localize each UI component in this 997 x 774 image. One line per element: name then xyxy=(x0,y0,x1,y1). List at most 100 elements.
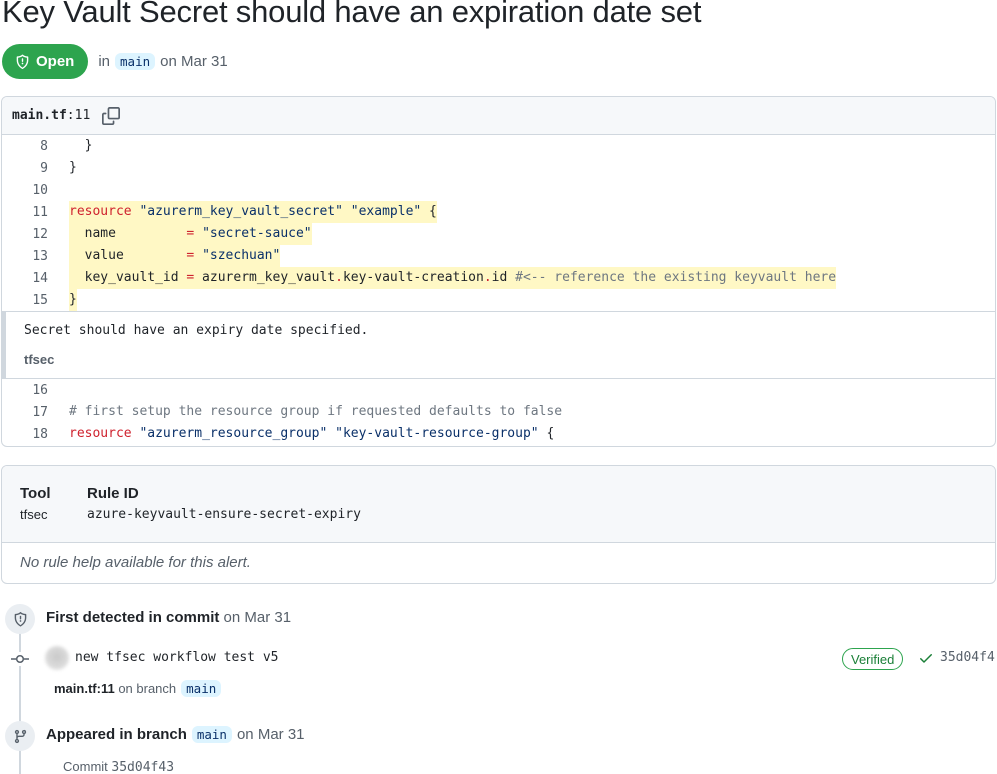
line-number[interactable]: 10 xyxy=(2,183,48,198)
git-commit-icon xyxy=(11,652,29,666)
file-line-ref[interactable]: :11 xyxy=(67,108,90,123)
code-text: resource "azurerm_key_vault_secret" "exa… xyxy=(69,201,437,223)
copy-icon[interactable] xyxy=(102,106,121,125)
alert-date: on Mar 31 xyxy=(160,53,228,70)
code-token: . xyxy=(335,270,343,285)
commit-sha-link[interactable]: 35d04f4 xyxy=(940,650,995,665)
code-line: 10 xyxy=(2,179,995,201)
code-token: key-vault-creation xyxy=(342,270,484,285)
in-label: in xyxy=(98,53,111,70)
code-text: } xyxy=(69,160,77,175)
tool-value: tfsec xyxy=(20,507,48,522)
code-token: value xyxy=(69,248,187,263)
verified-badge[interactable]: Verified xyxy=(842,648,904,670)
code-token: resource xyxy=(69,204,132,219)
alert-tool-name: tfsec xyxy=(24,352,55,367)
code-line: 16 xyxy=(2,379,995,401)
code-line: 15} xyxy=(2,289,995,311)
alert-title: Key Vault Secret should have an expirati… xyxy=(2,0,702,29)
commit-branch-link[interactable]: main xyxy=(181,680,222,697)
code-token: # first setup the resource group if requ… xyxy=(69,404,563,419)
code-text: value = "szechuan" xyxy=(69,245,281,267)
code-token: "szechuan" xyxy=(202,248,281,263)
check-icon xyxy=(920,654,932,663)
avatar[interactable] xyxy=(45,646,69,670)
line-number[interactable]: 9 xyxy=(2,161,48,176)
line-number[interactable]: 15 xyxy=(2,293,48,308)
appeared-label: Appeared in branch xyxy=(46,726,187,743)
rule-info-panel: Tool tfsec Rule ID azure-keyvault-ensure… xyxy=(1,465,996,584)
rule-id-column: Rule ID azure-keyvault-ensure-secret-exp… xyxy=(87,485,361,522)
code-line: 18 resource "azurerm_resource_group" "key… xyxy=(2,423,995,445)
tool-label: Tool xyxy=(20,485,51,502)
line-number[interactable]: 17 xyxy=(2,405,48,420)
first-detected-event: First detected in commit on Mar 31 xyxy=(46,609,291,626)
line-number[interactable]: 14 xyxy=(2,271,48,286)
rule-info-header: Tool tfsec Rule ID azure-keyvault-ensure… xyxy=(2,466,995,543)
code-token: "example" xyxy=(350,204,422,219)
code-text: } xyxy=(69,289,77,311)
status-badge: Open xyxy=(2,44,89,79)
code-line: 12 name = "secret-sauce" xyxy=(2,223,995,245)
alert-message: Secret should have an expiry date specif… xyxy=(24,323,369,338)
code-token: { xyxy=(421,204,437,219)
code-snippet-panel: main.tf:11 8 } 9} 10 11 resource "azurerm_ke… xyxy=(1,96,996,447)
commit-message-link[interactable]: new tfsec workflow test v5 xyxy=(75,650,279,665)
code-token: "azurerm_key_vault_secret" xyxy=(139,204,343,219)
line-number[interactable]: 18 xyxy=(2,427,48,442)
code-line: 14 key_vault_id = azurerm_key_vault.key-… xyxy=(2,267,995,289)
code-line: 17 # first setup the resource group if re… xyxy=(2,401,995,423)
appeared-date: on Mar 31 xyxy=(236,726,305,743)
line-number[interactable]: 16 xyxy=(2,383,48,398)
code-line: 11 resource "azurerm_key_vault_secret" "e… xyxy=(2,201,995,223)
line-number[interactable]: 13 xyxy=(2,249,48,264)
branch-link[interactable]: main xyxy=(115,53,156,70)
code-token: #<-- reference the existing keyvault her… xyxy=(515,270,837,285)
tool-column: Tool tfsec xyxy=(20,485,51,522)
rule-id-label: Rule ID xyxy=(87,485,139,502)
code-token: } xyxy=(69,292,77,307)
code-line: 8 } xyxy=(2,135,995,157)
code-token: azurerm_key_vault xyxy=(194,270,336,285)
code-token: . xyxy=(483,270,492,285)
code-token: resource xyxy=(69,426,132,441)
code-lines-after: 16 17 # first setup the resource group if … xyxy=(2,379,995,445)
file-link[interactable]: main.tf xyxy=(12,108,67,123)
commit-ref-sha-link[interactable]: 35d04f43 xyxy=(111,760,174,774)
code-token: name xyxy=(69,226,187,241)
code-text: name = "secret-sauce" xyxy=(69,223,312,245)
code-token: { xyxy=(538,426,555,441)
code-text: } xyxy=(69,138,93,153)
line-number[interactable]: 12 xyxy=(2,227,48,242)
appeared-event: Appeared in branch main on Mar 31 xyxy=(46,726,305,743)
code-token: "key-vault-resource-group" xyxy=(335,426,539,441)
first-detected-label: First detected in commit xyxy=(46,609,220,626)
code-token: "secret-sauce" xyxy=(202,226,312,241)
line-number[interactable]: 8 xyxy=(2,139,48,154)
code-text: # first setup the resource group if requ… xyxy=(69,401,562,423)
code-line: 13 value = "szechuan" xyxy=(2,245,995,267)
on-branch-label: on branch xyxy=(118,681,177,696)
shield-icon xyxy=(16,54,29,69)
git-branch-icon xyxy=(14,729,26,743)
appeared-branch-link[interactable]: main xyxy=(191,726,232,743)
appeared-event-badge xyxy=(5,721,35,751)
alert-status-row: Open in main on Mar 31 xyxy=(2,44,228,79)
alert-annotation: Secret should have an expiry date specif… xyxy=(2,311,995,379)
commit-file-link[interactable]: main.tf:11 xyxy=(54,681,115,696)
code-header: main.tf:11 xyxy=(2,97,995,135)
commit-reference: Commit 35d04f43 xyxy=(63,759,174,774)
rule-help-text: No rule help available for this alert. xyxy=(20,554,251,571)
commit-location: main.tf:11 on branch main xyxy=(54,680,226,697)
first-detected-date: on Mar 31 xyxy=(223,609,292,626)
status-label: Open xyxy=(36,53,75,70)
rule-id-value: azure-keyvault-ensure-secret-expiry xyxy=(87,507,361,522)
line-number[interactable]: 11 xyxy=(2,205,48,220)
code-token: key_vault_id xyxy=(69,270,187,285)
code-token: "azurerm_resource_group" xyxy=(139,426,328,441)
code-line: 9} xyxy=(2,157,995,179)
